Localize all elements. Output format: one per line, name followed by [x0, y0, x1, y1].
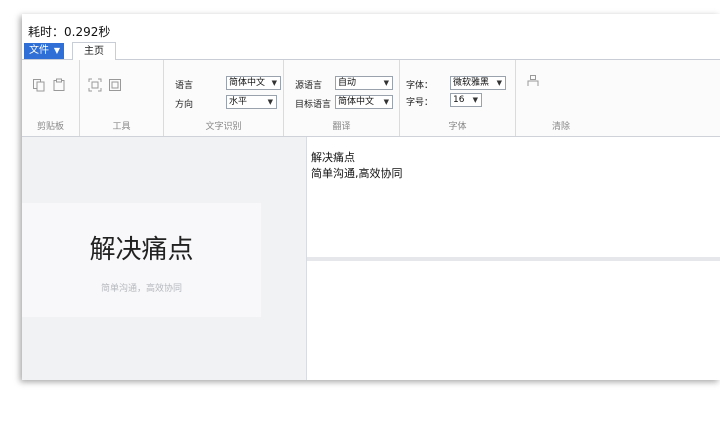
chevron-down-icon: ▼	[496, 79, 502, 87]
ocr-group-label: 文字识别	[205, 122, 242, 132]
ribbon: 剪贴板 工具 语言 简体中文 ▼ 方向 水平 ▼ 文字识别 源语言 自动 ▼ 目…	[22, 60, 720, 137]
direction-select[interactable]: 水平 ▼	[226, 95, 277, 109]
target-language-value: 简体中文	[338, 97, 375, 107]
eraser-icon[interactable]	[526, 74, 540, 88]
tab-home[interactable]: 主页	[72, 42, 116, 60]
chevron-down-icon: ▼	[267, 98, 273, 106]
font-size-select[interactable]: 16 ▼	[450, 93, 482, 107]
file-menu-label: 文件	[29, 45, 49, 56]
font-group: 字体： 微软雅黑 ▼ 字号： 16 ▼ 字体	[400, 60, 516, 136]
direction-select-value: 水平	[229, 97, 248, 107]
screenshot-icon[interactable]	[88, 78, 102, 92]
source-image: 解决痛点 简单沟通，高效协同	[22, 203, 261, 317]
image-preview-pane[interactable]: 解决痛点 简单沟通，高效协同	[22, 137, 306, 380]
ribbon-tab-row: 文件 ▼ 主页	[22, 42, 720, 60]
source-language-select[interactable]: 自动 ▼	[335, 76, 393, 90]
font-group-label: 字体	[448, 122, 467, 132]
image-title-text: 解决痛点	[89, 235, 194, 265]
result-line: 简单沟通,高效协同	[311, 167, 403, 180]
direction-label: 方向	[175, 100, 194, 110]
language-select-value: 简体中文	[229, 78, 266, 88]
ocr-group: 语言 简体中文 ▼ 方向 水平 ▼ 文字识别	[164, 60, 284, 136]
source-language-value: 自动	[338, 78, 357, 88]
paste-icon[interactable]	[52, 78, 66, 92]
clear-group-label: 清除	[551, 122, 570, 132]
language-label: 语言	[175, 81, 194, 91]
result-line: 解决痛点	[311, 151, 355, 164]
font-family-label: 字体：	[406, 81, 434, 91]
source-language-label: 源语言	[295, 81, 323, 91]
translate-group-label: 翻译	[332, 122, 351, 132]
file-menu-tab[interactable]: 文件 ▼	[24, 43, 64, 59]
ocr-result-textarea[interactable]: 解决痛点 简单沟通,高效协同	[307, 137, 720, 257]
font-family-value: 微软雅黑	[453, 78, 490, 88]
chevron-down-icon: ▼	[271, 79, 277, 87]
image-subtitle-text: 简单沟通，高效协同	[100, 284, 182, 294]
copy-icon[interactable]	[32, 78, 46, 92]
font-family-select[interactable]: 微软雅黑 ▼	[450, 76, 506, 90]
chevron-down-icon: ▼	[472, 96, 478, 104]
language-select[interactable]: 简体中文 ▼	[226, 76, 281, 90]
title-bar: 耗时：0.292秒	[22, 14, 582, 42]
font-size-label: 字号：	[406, 98, 434, 108]
clear-group: 清除	[516, 60, 606, 136]
image-tool-icon[interactable]	[108, 78, 122, 92]
clipboard-group: 剪贴板	[22, 60, 80, 136]
target-language-label: 目标语言	[295, 100, 332, 110]
tools-group: 工具	[80, 60, 164, 136]
font-size-value: 16	[453, 95, 465, 105]
target-language-select[interactable]: 简体中文 ▼	[335, 95, 393, 109]
clipboard-group-label: 剪贴板	[36, 122, 64, 132]
window-title: 耗时：0.292秒	[28, 25, 111, 39]
tools-group-label: 工具	[112, 122, 131, 132]
chevron-down-icon: ▼	[383, 98, 389, 106]
chevron-down-icon: ▼	[383, 79, 389, 87]
translate-group: 源语言 自动 ▼ 目标语言 简体中文 ▼ 翻译	[284, 60, 400, 136]
app-window: 耗时：0.292秒 文件 ▼ 主页 剪贴板 工具 语言 简体中文 ▼ 方向 水平…	[22, 14, 720, 380]
caret-down-icon: ▼	[53, 46, 60, 55]
translation-result-textarea[interactable]	[307, 261, 720, 380]
